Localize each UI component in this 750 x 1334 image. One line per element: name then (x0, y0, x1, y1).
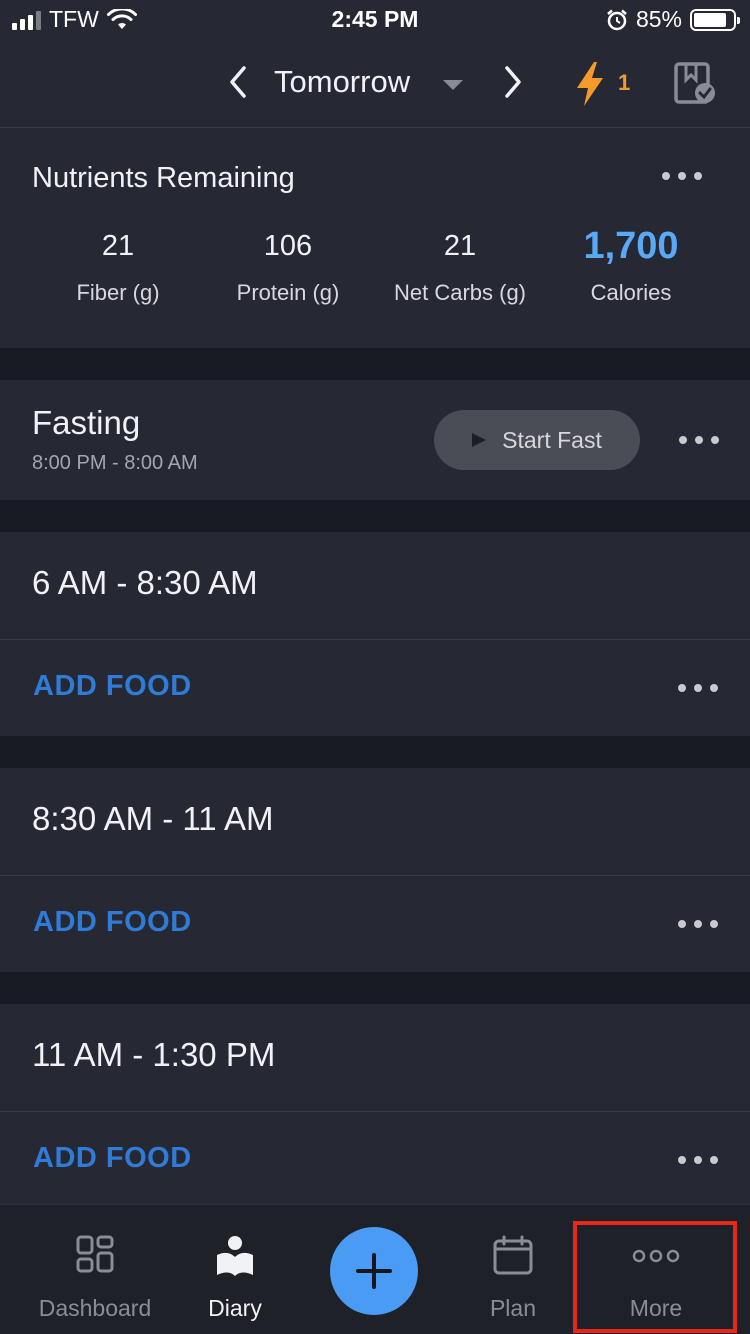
meal-card: 8:30 AM - 11 AM ADD FOOD (0, 768, 750, 972)
divider (0, 1111, 750, 1112)
meal-time-range: 8:30 AM - 11 AM (32, 800, 274, 837)
status-bar: TFW 2:45 PM 85% (0, 0, 750, 40)
meal-time-range: 11 AM - 1:30 PM (32, 1036, 276, 1073)
bottom-tab-bar: Dashboard Diary Plan More (0, 1204, 750, 1334)
meal-more-icon[interactable] (678, 684, 718, 692)
divider (0, 639, 750, 640)
tab-label: Diary (208, 1295, 262, 1321)
start-fast-label: Start Fast (502, 426, 602, 453)
nutrient-fiber: 21 Fiber (g) (28, 224, 208, 306)
caret-down-icon[interactable] (443, 80, 463, 90)
streak-count: 1 (618, 70, 631, 95)
battery-icon (690, 8, 740, 31)
dashboard-icon (76, 1235, 114, 1273)
add-food-button[interactable]: ADD FOOD (33, 1142, 192, 1175)
meal-time-range: 6 AM - 8:30 AM (32, 564, 258, 601)
meal-card: 11 AM - 1:30 PM ADD FOOD (0, 1004, 750, 1208)
fasting-time-range: 8:00 PM - 8:00 AM (32, 452, 198, 474)
tab-more[interactable]: More (574, 1205, 738, 1334)
alarm-icon (607, 9, 627, 30)
meal-more-icon[interactable] (678, 1156, 718, 1164)
tab-diary[interactable]: Diary (175, 1205, 295, 1334)
start-fast-button[interactable]: Start Fast (434, 410, 640, 470)
nutrient-protein: 106 Protein (g) (198, 224, 378, 306)
fasting-more-icon[interactable] (679, 436, 719, 444)
nutrient-value: 21 (443, 230, 477, 262)
tab-label: Plan (489, 1295, 537, 1321)
calendar-icon (493, 1235, 533, 1275)
meal-card: 6 AM - 8:30 AM ADD FOOD (0, 532, 750, 736)
chevron-right-icon[interactable] (497, 62, 529, 102)
nutrients-heading: Nutrients Remaining (32, 162, 295, 194)
tab-label: More (629, 1295, 683, 1321)
nutrient-label: Calories (590, 280, 672, 305)
add-button[interactable] (330, 1227, 418, 1315)
chevron-left-icon[interactable] (222, 62, 254, 102)
lightning-icon[interactable] (573, 60, 607, 108)
date-navigation-header: Tomorrow 1 (0, 40, 750, 128)
add-food-button[interactable]: ADD FOOD (33, 670, 192, 703)
tab-plan[interactable]: Plan (460, 1205, 566, 1334)
tab-label: Dashboard (38, 1295, 152, 1321)
fasting-card: Fasting 8:00 PM - 8:00 AM Start Fast (0, 380, 750, 500)
diary-icon (217, 1236, 253, 1276)
status-right: 85% (606, 6, 740, 33)
tab-dashboard[interactable]: Dashboard (20, 1205, 170, 1334)
battery-percent: 85% (635, 6, 682, 32)
nutrient-value: 21 (101, 230, 135, 262)
divider (0, 875, 750, 876)
weigh-in-icon[interactable] (672, 60, 718, 106)
fasting-title: Fasting (32, 404, 141, 441)
nutrient-label: Net Carbs (g) (393, 280, 527, 305)
nutrient-net-carbs: 21 Net Carbs (g) (370, 224, 550, 306)
meal-more-icon[interactable] (678, 920, 718, 928)
nutrient-label: Fiber (g) (76, 280, 160, 305)
nutrient-label: Protein (g) (236, 280, 340, 305)
nutrient-value: 1,700 (583, 225, 679, 267)
play-icon (472, 433, 487, 447)
nutrient-calories: 1,700 Calories (541, 224, 721, 306)
add-food-button[interactable]: ADD FOOD (33, 906, 192, 939)
date-selector[interactable]: Tomorrow (274, 64, 410, 100)
more-icon (632, 1249, 680, 1263)
nutrients-more-icon[interactable] (662, 172, 702, 180)
nutrient-value: 106 (263, 230, 313, 262)
nutrients-remaining-card: Nutrients Remaining 21 Fiber (g) 106 Pro… (0, 128, 750, 348)
